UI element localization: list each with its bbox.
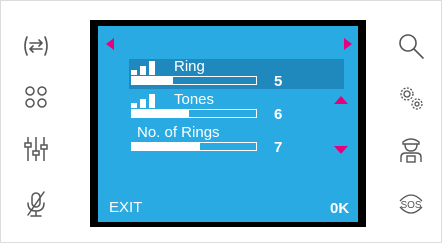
level-bar: [131, 142, 257, 151]
menu-item-label: No. of Rings: [137, 124, 220, 141]
sliders-icon: [24, 137, 48, 161]
level-bar: [131, 109, 257, 118]
menu-item-label: Tones: [174, 91, 215, 108]
menu-item-value: 6: [274, 106, 283, 123]
menu-item-value: 7: [274, 139, 283, 156]
menu-item-label: Ring: [174, 58, 205, 75]
display-screen: Ring 5 Tones 6 No. of Rings 7 EXIT 0K: [90, 20, 366, 227]
search-button[interactable]: [394, 29, 428, 63]
ok-softkey[interactable]: 0K: [330, 200, 349, 217]
mute-button[interactable]: [19, 187, 53, 221]
menu-item-value: 5: [274, 73, 283, 90]
four-circles-icon: [25, 86, 47, 108]
concierge-icon: [400, 138, 422, 163]
volume-adjust-button[interactable]: [19, 132, 53, 166]
transfer-button[interactable]: [19, 29, 53, 63]
signal-bars-icon: [131, 61, 165, 75]
menu-grid-button[interactable]: [19, 80, 53, 114]
exit-softkey[interactable]: EXIT: [109, 199, 142, 216]
level-bar: [131, 76, 257, 85]
intercom-panel: SOS Ring 5 Tones 6 No. of Rings 7 EXIT 0K: [0, 0, 442, 243]
search-icon: [399, 34, 424, 59]
display-lcd: Ring 5 Tones 6 No. of Rings 7 EXIT 0K: [98, 26, 358, 222]
settings-gears-icon: [400, 87, 423, 110]
signal-bars-icon: [131, 94, 165, 108]
level-bar-fill: [132, 143, 201, 150]
level-bar-fill: [132, 110, 190, 117]
menu-item[interactable]: Tones 6: [129, 91, 344, 123]
concierge-button[interactable]: [394, 132, 428, 166]
sos-icon: SOS: [399, 194, 423, 214]
mic-muted-icon: [27, 191, 45, 217]
menu-item[interactable]: Ring 5: [129, 58, 344, 90]
arrow-left-icon[interactable]: [106, 38, 114, 50]
menu-item[interactable]: No. of Rings 7: [129, 124, 344, 156]
transfer-arrows-icon: [24, 36, 48, 56]
sos-button[interactable]: SOS: [394, 187, 428, 221]
level-bar-fill: [132, 77, 173, 84]
arrow-right-icon[interactable]: [344, 38, 352, 50]
svg-text:SOS: SOS: [400, 200, 421, 211]
settings-button[interactable]: [394, 81, 428, 115]
